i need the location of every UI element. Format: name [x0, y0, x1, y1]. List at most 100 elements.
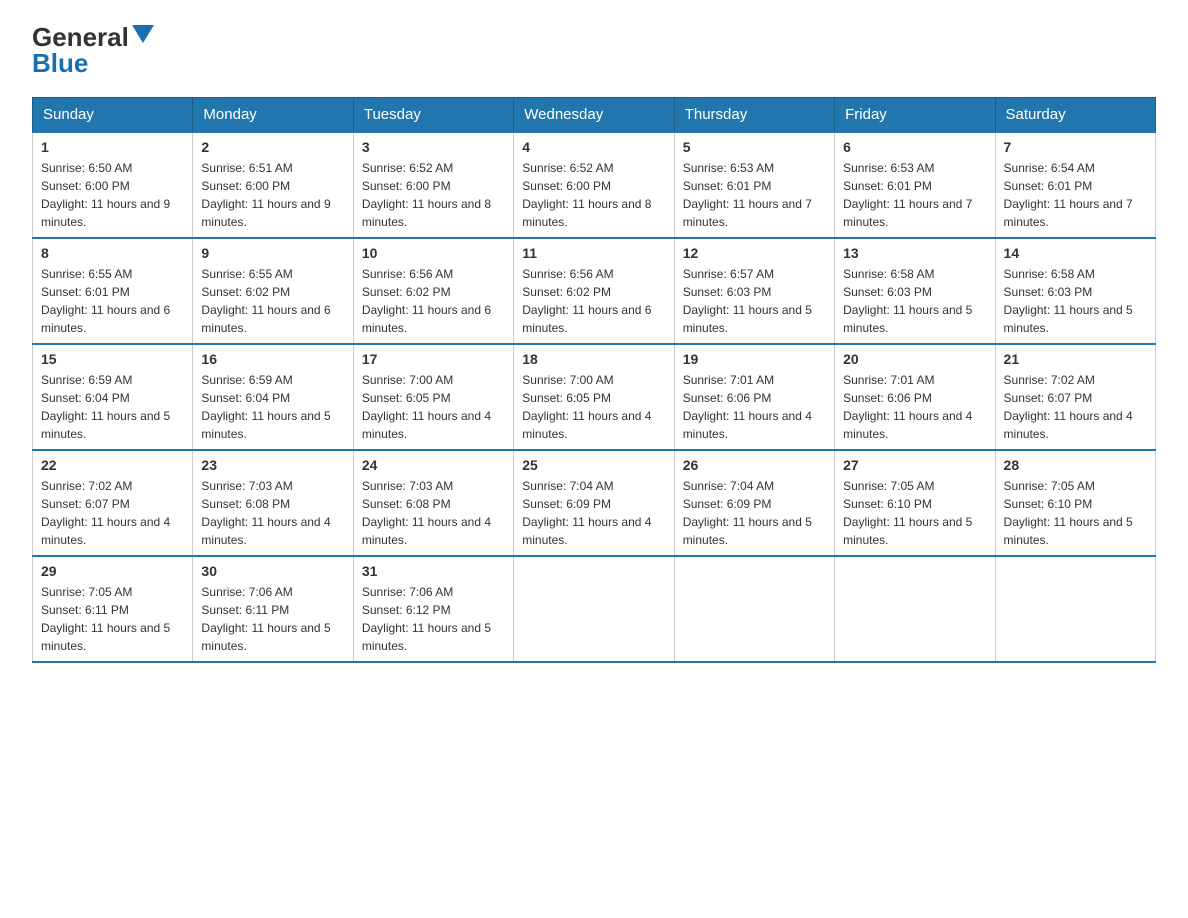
day-cell-15: 15 Sunrise: 6:59 AMSunset: 6:04 PMDaylig… [33, 344, 193, 450]
day-cell-10: 10 Sunrise: 6:56 AMSunset: 6:02 PMDaylig… [353, 238, 513, 344]
empty-cell [674, 556, 834, 662]
day-cell-28: 28 Sunrise: 7:05 AMSunset: 6:10 PMDaylig… [995, 450, 1155, 556]
day-cell-7: 7 Sunrise: 6:54 AMSunset: 6:01 PMDayligh… [995, 132, 1155, 238]
day-number: 28 [1004, 457, 1147, 473]
day-info: Sunrise: 7:01 AMSunset: 6:06 PMDaylight:… [683, 371, 826, 443]
day-cell-21: 21 Sunrise: 7:02 AMSunset: 6:07 PMDaylig… [995, 344, 1155, 450]
day-info: Sunrise: 6:56 AMSunset: 6:02 PMDaylight:… [522, 265, 665, 337]
day-number: 12 [683, 245, 826, 261]
day-cell-25: 25 Sunrise: 7:04 AMSunset: 6:09 PMDaylig… [514, 450, 674, 556]
day-cell-17: 17 Sunrise: 7:00 AMSunset: 6:05 PMDaylig… [353, 344, 513, 450]
day-info: Sunrise: 7:02 AMSunset: 6:07 PMDaylight:… [1004, 371, 1147, 443]
day-info: Sunrise: 6:52 AMSunset: 6:00 PMDaylight:… [522, 159, 665, 231]
day-number: 7 [1004, 139, 1147, 155]
day-cell-3: 3 Sunrise: 6:52 AMSunset: 6:00 PMDayligh… [353, 132, 513, 238]
day-cell-18: 18 Sunrise: 7:00 AMSunset: 6:05 PMDaylig… [514, 344, 674, 450]
header-thursday: Thursday [674, 98, 834, 133]
header-saturday: Saturday [995, 98, 1155, 133]
logo-triangle-icon [132, 25, 154, 43]
day-number: 20 [843, 351, 986, 367]
day-number: 17 [362, 351, 505, 367]
day-info: Sunrise: 6:58 AMSunset: 6:03 PMDaylight:… [843, 265, 986, 337]
day-cell-14: 14 Sunrise: 6:58 AMSunset: 6:03 PMDaylig… [995, 238, 1155, 344]
day-number: 10 [362, 245, 505, 261]
day-number: 18 [522, 351, 665, 367]
day-cell-20: 20 Sunrise: 7:01 AMSunset: 6:06 PMDaylig… [835, 344, 995, 450]
day-number: 26 [683, 457, 826, 473]
day-info: Sunrise: 6:54 AMSunset: 6:01 PMDaylight:… [1004, 159, 1147, 231]
empty-cell [995, 556, 1155, 662]
day-cell-23: 23 Sunrise: 7:03 AMSunset: 6:08 PMDaylig… [193, 450, 353, 556]
day-info: Sunrise: 6:56 AMSunset: 6:02 PMDaylight:… [362, 265, 505, 337]
day-cell-26: 26 Sunrise: 7:04 AMSunset: 6:09 PMDaylig… [674, 450, 834, 556]
day-number: 24 [362, 457, 505, 473]
day-info: Sunrise: 6:53 AMSunset: 6:01 PMDaylight:… [683, 159, 826, 231]
day-info: Sunrise: 6:59 AMSunset: 6:04 PMDaylight:… [201, 371, 344, 443]
day-number: 22 [41, 457, 184, 473]
day-info: Sunrise: 7:05 AMSunset: 6:10 PMDaylight:… [843, 477, 986, 549]
day-info: Sunrise: 7:06 AMSunset: 6:11 PMDaylight:… [201, 583, 344, 655]
day-info: Sunrise: 6:51 AMSunset: 6:00 PMDaylight:… [201, 159, 344, 231]
day-cell-31: 31 Sunrise: 7:06 AMSunset: 6:12 PMDaylig… [353, 556, 513, 662]
page-header: General Blue [32, 24, 1156, 79]
day-cell-30: 30 Sunrise: 7:06 AMSunset: 6:11 PMDaylig… [193, 556, 353, 662]
day-info: Sunrise: 7:02 AMSunset: 6:07 PMDaylight:… [41, 477, 184, 549]
day-number: 31 [362, 563, 505, 579]
header-wednesday: Wednesday [514, 98, 674, 133]
day-info: Sunrise: 7:06 AMSunset: 6:12 PMDaylight:… [362, 583, 505, 655]
day-number: 27 [843, 457, 986, 473]
day-cell-29: 29 Sunrise: 7:05 AMSunset: 6:11 PMDaylig… [33, 556, 193, 662]
week-row-1: 8 Sunrise: 6:55 AMSunset: 6:01 PMDayligh… [33, 238, 1156, 344]
day-cell-8: 8 Sunrise: 6:55 AMSunset: 6:01 PMDayligh… [33, 238, 193, 344]
logo: General Blue [32, 24, 154, 79]
header-tuesday: Tuesday [353, 98, 513, 133]
day-info: Sunrise: 7:05 AMSunset: 6:11 PMDaylight:… [41, 583, 184, 655]
day-cell-1: 1 Sunrise: 6:50 AMSunset: 6:00 PMDayligh… [33, 132, 193, 238]
day-info: Sunrise: 6:59 AMSunset: 6:04 PMDaylight:… [41, 371, 184, 443]
day-number: 5 [683, 139, 826, 155]
week-row-2: 15 Sunrise: 6:59 AMSunset: 6:04 PMDaylig… [33, 344, 1156, 450]
day-info: Sunrise: 7:03 AMSunset: 6:08 PMDaylight:… [201, 477, 344, 549]
day-number: 6 [843, 139, 986, 155]
day-number: 19 [683, 351, 826, 367]
day-cell-6: 6 Sunrise: 6:53 AMSunset: 6:01 PMDayligh… [835, 132, 995, 238]
day-number: 30 [201, 563, 344, 579]
day-cell-24: 24 Sunrise: 7:03 AMSunset: 6:08 PMDaylig… [353, 450, 513, 556]
day-cell-12: 12 Sunrise: 6:57 AMSunset: 6:03 PMDaylig… [674, 238, 834, 344]
day-number: 16 [201, 351, 344, 367]
day-number: 13 [843, 245, 986, 261]
header-friday: Friday [835, 98, 995, 133]
empty-cell [514, 556, 674, 662]
header-sunday: Sunday [33, 98, 193, 133]
day-info: Sunrise: 6:55 AMSunset: 6:02 PMDaylight:… [201, 265, 344, 337]
day-cell-19: 19 Sunrise: 7:01 AMSunset: 6:06 PMDaylig… [674, 344, 834, 450]
day-number: 9 [201, 245, 344, 261]
day-cell-5: 5 Sunrise: 6:53 AMSunset: 6:01 PMDayligh… [674, 132, 834, 238]
day-info: Sunrise: 7:00 AMSunset: 6:05 PMDaylight:… [362, 371, 505, 443]
week-row-3: 22 Sunrise: 7:02 AMSunset: 6:07 PMDaylig… [33, 450, 1156, 556]
week-row-4: 29 Sunrise: 7:05 AMSunset: 6:11 PMDaylig… [33, 556, 1156, 662]
day-number: 15 [41, 351, 184, 367]
day-cell-27: 27 Sunrise: 7:05 AMSunset: 6:10 PMDaylig… [835, 450, 995, 556]
day-info: Sunrise: 6:52 AMSunset: 6:00 PMDaylight:… [362, 159, 505, 231]
day-info: Sunrise: 6:57 AMSunset: 6:03 PMDaylight:… [683, 265, 826, 337]
empty-cell [835, 556, 995, 662]
day-info: Sunrise: 7:03 AMSunset: 6:08 PMDaylight:… [362, 477, 505, 549]
day-cell-13: 13 Sunrise: 6:58 AMSunset: 6:03 PMDaylig… [835, 238, 995, 344]
day-number: 1 [41, 139, 184, 155]
day-info: Sunrise: 6:50 AMSunset: 6:00 PMDaylight:… [41, 159, 184, 231]
day-info: Sunrise: 7:00 AMSunset: 6:05 PMDaylight:… [522, 371, 665, 443]
day-number: 21 [1004, 351, 1147, 367]
day-number: 8 [41, 245, 184, 261]
day-info: Sunrise: 6:58 AMSunset: 6:03 PMDaylight:… [1004, 265, 1147, 337]
day-number: 23 [201, 457, 344, 473]
day-info: Sunrise: 7:01 AMSunset: 6:06 PMDaylight:… [843, 371, 986, 443]
logo-blue: Blue [32, 48, 88, 79]
day-number: 25 [522, 457, 665, 473]
day-cell-16: 16 Sunrise: 6:59 AMSunset: 6:04 PMDaylig… [193, 344, 353, 450]
header-monday: Monday [193, 98, 353, 133]
calendar-table: SundayMondayTuesdayWednesdayThursdayFrid… [32, 97, 1156, 663]
day-cell-9: 9 Sunrise: 6:55 AMSunset: 6:02 PMDayligh… [193, 238, 353, 344]
day-number: 4 [522, 139, 665, 155]
day-number: 3 [362, 139, 505, 155]
